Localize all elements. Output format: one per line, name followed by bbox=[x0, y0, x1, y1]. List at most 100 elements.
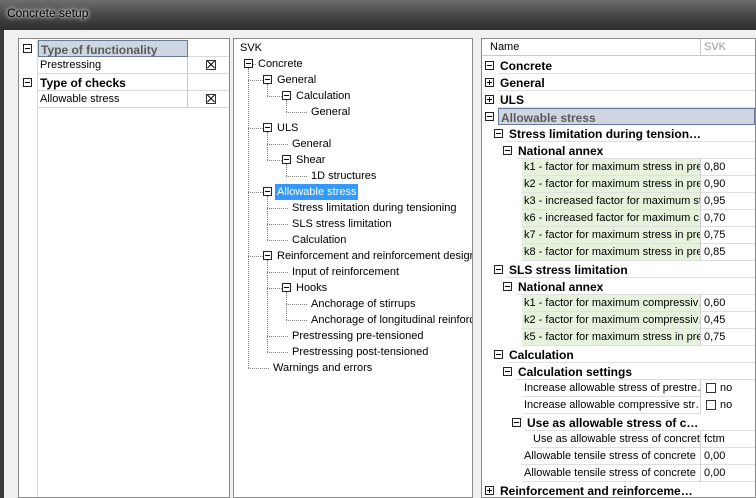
property-value[interactable]: 0,95 bbox=[701, 193, 755, 210]
grid-category-row[interactable]: Type of functionality bbox=[19, 40, 229, 57]
property-value[interactable]: 0,70 bbox=[701, 210, 755, 227]
property-row[interactable]: k1 - factor for maximum stress in pre… 0,… bbox=[482, 159, 755, 176]
property-value[interactable]: no bbox=[720, 382, 732, 394]
tree-node[interactable]: General bbox=[234, 72, 472, 88]
property-value[interactable]: 0,75 bbox=[701, 227, 755, 244]
property-name: National annex bbox=[516, 278, 755, 295]
property-value[interactable]: fctm bbox=[701, 431, 755, 448]
tree-node[interactable]: Stress limitation during tensioning bbox=[234, 200, 472, 216]
tree-node[interactable]: Reinforcement and reinforcement design bbox=[234, 248, 472, 264]
tree-node[interactable]: General bbox=[234, 136, 472, 152]
property-group-row[interactable]: Allowable stress bbox=[482, 108, 755, 125]
property-row[interactable]: Increase allowable compressive str… no bbox=[482, 397, 755, 414]
property-group-row[interactable]: Stress limitation during tension… bbox=[482, 125, 755, 142]
tree-node[interactable]: Concrete bbox=[234, 56, 472, 72]
tree-node[interactable]: General bbox=[234, 104, 472, 120]
property-row[interactable]: Use as allowable stress of concret… fctm bbox=[482, 431, 755, 448]
property-expander[interactable] bbox=[494, 265, 503, 274]
property-group-row[interactable]: SLS stress limitation bbox=[482, 261, 755, 278]
property-value[interactable]: 0,00 bbox=[701, 448, 755, 465]
tree-node[interactable]: Anchorage of longitudinal reinforc bbox=[234, 312, 472, 328]
tree-node[interactable]: Calculation bbox=[234, 88, 472, 104]
tree-node[interactable]: Anchorage of stirrups bbox=[234, 296, 472, 312]
property-row[interactable]: k8 - factor for maximum stress in pre… 0,… bbox=[482, 244, 755, 261]
property-expander[interactable] bbox=[485, 112, 494, 121]
property-expander[interactable] bbox=[503, 367, 512, 376]
tree-node[interactable]: Input of reinforcement bbox=[234, 264, 472, 280]
property-name: Reinforcement and reinforceme… bbox=[498, 482, 755, 497]
grid-row-value bbox=[188, 57, 229, 74]
property-expander[interactable] bbox=[485, 486, 494, 495]
property-group-row[interactable]: ULS bbox=[482, 91, 755, 108]
property-group-row[interactable]: National annex bbox=[482, 142, 755, 159]
property-value[interactable]: 0,90 bbox=[701, 176, 755, 193]
property-value[interactable]: 0,80 bbox=[701, 159, 755, 176]
property-group-row[interactable]: General bbox=[482, 74, 755, 91]
grid-row[interactable]: Allowable stress bbox=[19, 91, 229, 108]
property-row[interactable]: k2 - factor for maximum compressiv… 0,45 bbox=[482, 312, 755, 329]
tree-node[interactable]: Shear bbox=[234, 152, 472, 168]
property-row[interactable]: Allowable tensile stress of concrete … 0,… bbox=[482, 448, 755, 465]
property-row[interactable]: k7 - factor for maximum stress in pre… 0,… bbox=[482, 227, 755, 244]
tree-node[interactable]: Hooks bbox=[234, 280, 472, 296]
property-group-row[interactable]: Calculation settings bbox=[482, 363, 755, 380]
property-value[interactable]: 0,85 bbox=[701, 244, 755, 261]
property-name: Allowable tensile stress of concrete … bbox=[522, 448, 701, 465]
tree-expander[interactable] bbox=[263, 251, 272, 260]
property-row[interactable]: k6 - increased factor for maximum c… 0,70 bbox=[482, 210, 755, 227]
property-expander[interactable] bbox=[512, 418, 521, 427]
property-expander[interactable] bbox=[503, 146, 512, 155]
property-group-row[interactable]: Reinforcement and reinforceme… bbox=[482, 482, 755, 497]
property-value[interactable]: 0,00 bbox=[701, 465, 755, 482]
tree-node[interactable]: SLS stress limitation bbox=[234, 216, 472, 232]
property-expander[interactable] bbox=[494, 350, 503, 359]
tree-node[interactable]: Prestressing pre-tensioned bbox=[234, 328, 472, 344]
value-checkbox[interactable] bbox=[706, 400, 716, 410]
property-group-row[interactable]: Use as allowable stress of c… bbox=[482, 414, 755, 431]
property-row[interactable]: Allowable tensile stress of concrete … 0,… bbox=[482, 465, 755, 482]
property-name: Use as allowable stress of concret… bbox=[531, 431, 701, 448]
property-group-row[interactable]: Calculation bbox=[482, 346, 755, 363]
tree-node[interactable]: Prestressing post-tensioned bbox=[234, 344, 472, 360]
tree-expander[interactable] bbox=[244, 59, 253, 68]
column-header-name[interactable]: Name bbox=[490, 41, 519, 53]
property-expander[interactable] bbox=[494, 129, 503, 138]
option-checkbox[interactable] bbox=[206, 60, 216, 70]
tree-node[interactable]: 1D structures bbox=[234, 168, 472, 184]
tree-expander[interactable] bbox=[282, 91, 291, 100]
tree-node[interactable]: ULS bbox=[234, 120, 472, 136]
property-value[interactable]: 0,60 bbox=[701, 295, 755, 312]
tree-node[interactable]: Allowable stress bbox=[234, 184, 472, 200]
tree-expander[interactable] bbox=[282, 155, 291, 164]
value-checkbox[interactable] bbox=[706, 383, 716, 393]
property-value[interactable]: no bbox=[720, 399, 732, 411]
tree-expander[interactable] bbox=[263, 187, 272, 196]
tree-expander[interactable] bbox=[263, 123, 272, 132]
tree-expander[interactable] bbox=[263, 75, 272, 84]
property-expander[interactable] bbox=[485, 61, 494, 70]
column-header-value[interactable]: SVK bbox=[704, 41, 726, 53]
property-expander[interactable] bbox=[503, 282, 512, 291]
property-row[interactable]: k1 - factor for maximum compressiv… 0,60 bbox=[482, 295, 755, 312]
property-value[interactable]: 0,45 bbox=[701, 312, 755, 329]
tree-node[interactable]: Calculation bbox=[234, 232, 472, 248]
property-value[interactable]: 0,75 bbox=[701, 329, 755, 346]
property-grid: Name SVK Concrete General ULS Allowable str… bbox=[481, 38, 756, 498]
property-expander[interactable] bbox=[485, 95, 494, 104]
grid-row[interactable]: Prestressing bbox=[19, 57, 229, 74]
property-group-row[interactable]: Concrete bbox=[482, 57, 755, 74]
collapse-toggle[interactable] bbox=[23, 44, 32, 53]
property-row[interactable]: k2 - factor for maximum stress in pre… 0,… bbox=[482, 176, 755, 193]
grid-category-row[interactable]: Type of checks bbox=[19, 74, 229, 91]
property-row[interactable]: k5 - factor for maximum stress in pre… 0,… bbox=[482, 329, 755, 346]
tree-node[interactable]: Warnings and errors bbox=[234, 360, 472, 376]
property-expander[interactable] bbox=[485, 78, 494, 87]
column-separator[interactable] bbox=[700, 39, 701, 56]
tree-expander[interactable] bbox=[282, 283, 291, 292]
property-group-row[interactable]: National annex bbox=[482, 278, 755, 295]
collapse-toggle[interactable] bbox=[23, 78, 32, 87]
property-name: Use as allowable stress of c… bbox=[525, 414, 755, 431]
option-checkbox[interactable] bbox=[206, 94, 216, 104]
property-row[interactable]: k3 - increased factor for maximum st… 0,9… bbox=[482, 193, 755, 210]
property-row[interactable]: Increase allowable stress of prestre… no bbox=[482, 380, 755, 397]
